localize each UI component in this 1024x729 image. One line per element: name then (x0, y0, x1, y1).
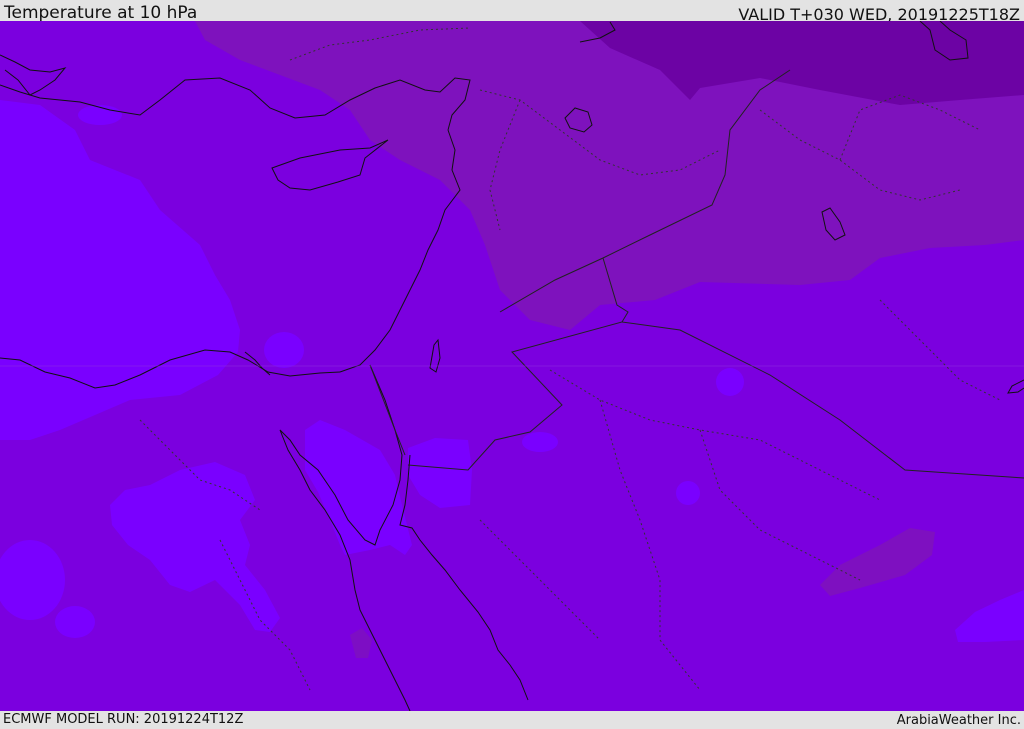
header-bar: Temperature at 10 hPa VALID T+030 WED, 2… (0, 0, 1024, 24)
temperature-map[interactable] (0, 21, 1024, 711)
temperature-cell-cool-6 (55, 606, 95, 638)
map-title: Temperature at 10 hPa (4, 3, 198, 23)
temperature-cell-cool-1 (716, 368, 744, 396)
map-panel[interactable] (0, 21, 1024, 711)
temperature-cell-cool-2 (676, 481, 700, 505)
footer-bar: ECMWF MODEL RUN: 20191224T12Z ArabiaWeat… (0, 711, 1024, 729)
temperature-cell-cool-7 (78, 105, 122, 125)
credit-label: ArabiaWeather Inc. (896, 713, 1021, 728)
temperature-cell-cool-4 (264, 332, 304, 368)
model-run-label: ECMWF MODEL RUN: 20191224T12Z (3, 712, 244, 727)
temperature-cell-cool-3 (522, 432, 558, 452)
